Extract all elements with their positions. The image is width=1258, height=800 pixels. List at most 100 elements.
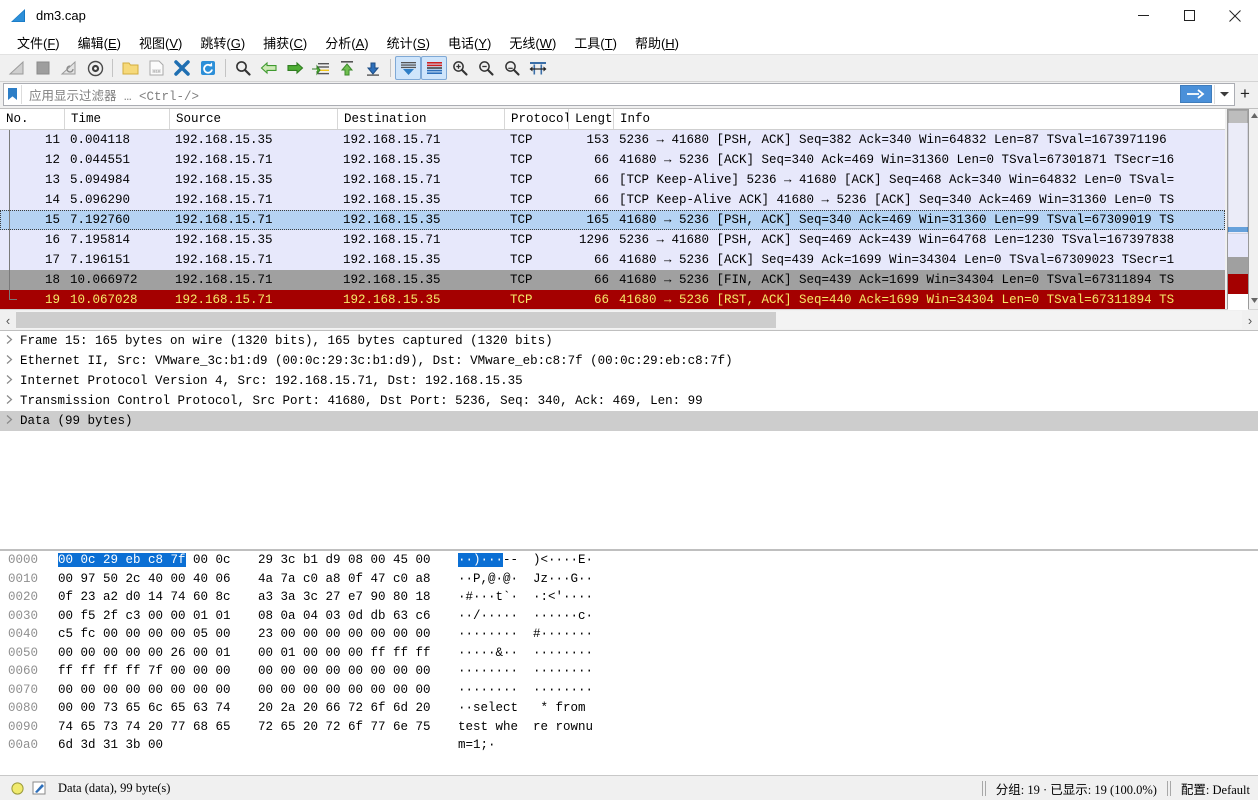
restart-capture-icon[interactable] <box>56 56 82 80</box>
minimap-thumb[interactable] <box>1228 110 1248 234</box>
hex-ascii-group-2: Jz···G·· <box>533 571 594 586</box>
chevron-left-icon[interactable]: ‹ <box>0 311 16 329</box>
go-forward-icon[interactable] <box>282 56 308 80</box>
zoom-in-icon[interactable] <box>447 56 473 80</box>
menu-item-telephony[interactable]: 电话(Y) <box>439 31 500 54</box>
packet-minimap-scrollbar[interactable] <box>1225 109 1258 310</box>
detail-row-ipv4[interactable]: Internet Protocol Version 4, Src: 192.16… <box>0 371 1258 391</box>
table-row[interactable]: 18 10.066972 192.168.15.71 192.168.15.35 TCP… <box>0 270 1225 290</box>
chevron-right-icon[interactable] <box>6 394 20 408</box>
hex-row[interactable]: 0050 00 00 00 00 00 26 00 01 00 01 00 00 0… <box>0 644 1258 663</box>
capture-comment-icon[interactable] <box>28 781 50 795</box>
expert-info-circle-icon[interactable] <box>6 781 28 795</box>
stop-capture-icon[interactable] <box>30 56 56 80</box>
maximize-button[interactable] <box>1166 0 1212 31</box>
minimap-track[interactable] <box>1227 109 1249 310</box>
hex-row[interactable]: 0040 c5 fc 00 00 00 00 05 00 23 00 00 00 0… <box>0 625 1258 644</box>
detail-row-ethernet[interactable]: Ethernet II, Src: VMware_3c:b1:d9 (00:0c… <box>0 351 1258 371</box>
menu-item-statistics[interactable]: 统计(S) <box>378 31 439 54</box>
hex-bytes-group-2: 72 65 20 72 6f 77 6e 75 <box>258 719 431 734</box>
menu-item-go[interactable]: 跳转(G) <box>191 31 254 54</box>
menu-accel: S <box>416 36 426 51</box>
reload-file-icon[interactable] <box>195 56 221 80</box>
hscroll-track[interactable] <box>16 311 1242 329</box>
menu-item-analyze[interactable]: 分析(A) <box>316 31 377 54</box>
go-last-packet-icon[interactable] <box>360 56 386 80</box>
hex-row[interactable]: 0000 00 0c 29 eb c8 7f 00 0c 29 3c b1 d9 0… <box>0 551 1258 570</box>
column-header-no[interactable]: No. <box>0 109 65 129</box>
scroll-up-icon[interactable] <box>1250 111 1258 120</box>
column-header-destination[interactable]: Destination <box>338 109 505 129</box>
table-row[interactable]: 19 10.067028 192.168.15.71 192.168.15.35 TCP… <box>0 290 1225 309</box>
chevron-right-icon[interactable] <box>6 354 20 368</box>
hex-row[interactable]: 0070 00 00 00 00 00 00 00 00 00 00 00 00 0… <box>0 681 1258 700</box>
chevron-right-icon[interactable]: › <box>1242 311 1258 329</box>
hex-ascii-group-1: ········ <box>458 682 519 697</box>
display-filter-input[interactable]: 应用显示过滤器 … <Ctrl-/> <box>22 85 1178 104</box>
table-row[interactable]: 11 0.004118 192.168.15.35 192.168.15.71 TCP 1… <box>0 130 1225 150</box>
column-header-protocol[interactable]: Protocol <box>505 109 569 129</box>
chevron-right-icon[interactable] <box>6 334 20 348</box>
menu-item-tools[interactable]: 工具(T) <box>565 31 626 54</box>
go-first-packet-icon[interactable] <box>334 56 360 80</box>
hex-row[interactable]: 0010 00 97 50 2c 40 00 40 06 4a 7a c0 a8 0… <box>0 570 1258 589</box>
filter-history-dropdown[interactable] <box>1214 84 1234 104</box>
save-file-icon[interactable]: 010 <box>143 56 169 80</box>
table-row[interactable]: 13 5.094984 192.168.15.35 192.168.15.71 TCP 6… <box>0 170 1225 190</box>
zoom-reset-icon[interactable] <box>499 56 525 80</box>
zoom-out-icon[interactable] <box>473 56 499 80</box>
menu-label: 编辑( <box>77 36 108 51</box>
table-row[interactable]: 14 5.096290 192.168.15.71 192.168.15.35 TCP 6… <box>0 190 1225 210</box>
table-row[interactable]: 17 7.196151 192.168.15.71 192.168.15.35 TCP 6… <box>0 250 1225 270</box>
colorize-icon[interactable] <box>421 56 447 80</box>
cell-time: 0.044551 <box>70 153 131 167</box>
apply-filter-button[interactable] <box>1178 85 1214 104</box>
status-profile[interactable]: 配置: Default <box>1181 779 1258 798</box>
close-button[interactable] <box>1212 0 1258 31</box>
start-capture-icon[interactable] <box>4 56 30 80</box>
column-header-length[interactable]: Length <box>569 109 614 129</box>
cell-no: 18 <box>44 273 60 287</box>
hex-row[interactable]: 0030 00 f5 2f c3 00 00 01 01 08 0a 04 03 0… <box>0 607 1258 626</box>
hex-row[interactable]: 0020 0f 23 a2 d0 14 74 60 8c a3 3a 3c 27 e… <box>0 588 1258 607</box>
detail-row-tcp[interactable]: Transmission Control Protocol, Src Port:… <box>0 391 1258 411</box>
menu-item-wireless[interactable]: 无线(W) <box>500 31 565 54</box>
menu-item-file[interactable]: 文件(F) <box>8 31 69 54</box>
go-to-packet-icon[interactable] <box>308 56 334 80</box>
minimize-button[interactable] <box>1120 0 1166 31</box>
menu-item-help[interactable]: 帮助(H) <box>626 31 688 54</box>
find-packet-icon[interactable] <box>230 56 256 80</box>
chevron-right-icon[interactable] <box>6 414 20 428</box>
resize-columns-icon[interactable] <box>525 56 551 80</box>
scroll-down-icon[interactable] <box>1250 295 1258 304</box>
packet-detail-pane[interactable]: Frame 15: 165 bytes on wire (1320 bits),… <box>0 331 1258 550</box>
menu-item-capture[interactable]: 捕获(C) <box>254 31 316 54</box>
go-back-icon[interactable] <box>256 56 282 80</box>
detail-row-data[interactable]: Data (99 bytes) <box>0 411 1258 431</box>
packet-list-hscrollbar[interactable]: ‹ › <box>0 309 1258 330</box>
hex-row[interactable]: 0090 74 65 73 74 20 77 68 65 72 65 20 72 6… <box>0 718 1258 737</box>
hex-row[interactable]: 00a0 6d 3d 31 3b 00 m=1;· <box>0 736 1258 755</box>
hex-row[interactable]: 0060 ff ff ff ff 7f 00 00 00 00 00 00 00 0… <box>0 662 1258 681</box>
bookmark-icon[interactable] <box>4 84 22 104</box>
open-file-icon[interactable] <box>117 56 143 80</box>
hex-bytes-group-2: 00 00 00 00 00 00 00 00 <box>258 682 431 697</box>
close-file-icon[interactable] <box>169 56 195 80</box>
column-header-time[interactable]: Time <box>65 109 170 129</box>
hscroll-thumb[interactable] <box>16 312 777 328</box>
capture-options-icon[interactable] <box>82 56 108 80</box>
menu-item-view[interactable]: 视图(V) <box>130 31 191 54</box>
packet-bytes-pane[interactable]: 0000 00 0c 29 eb c8 7f 00 0c 29 3c b1 d9 0… <box>0 550 1258 775</box>
column-header-info[interactable]: Info <box>614 109 1225 129</box>
display-filter-box[interactable]: 应用显示过滤器 … <Ctrl-/> <box>3 82 1235 106</box>
menu-item-edit[interactable]: 编辑(E) <box>69 31 130 54</box>
column-header-source[interactable]: Source <box>170 109 338 129</box>
hex-row[interactable]: 0080 00 00 73 65 6c 65 63 74 20 2a 20 66 7… <box>0 699 1258 718</box>
auto-scroll-icon[interactable] <box>395 56 421 80</box>
table-row[interactable]: 16 7.195814 192.168.15.35 192.168.15.71 TCP 1… <box>0 230 1225 250</box>
chevron-right-icon[interactable] <box>6 374 20 388</box>
detail-row-frame[interactable]: Frame 15: 165 bytes on wire (1320 bits),… <box>0 331 1258 351</box>
table-row[interactable]: 15 7.192760 192.168.15.71 192.168.15.35 TCP 1… <box>0 210 1225 230</box>
add-filter-button[interactable]: + <box>1235 83 1255 105</box>
table-row[interactable]: 12 0.044551 192.168.15.71 192.168.15.35 TCP 6… <box>0 150 1225 170</box>
